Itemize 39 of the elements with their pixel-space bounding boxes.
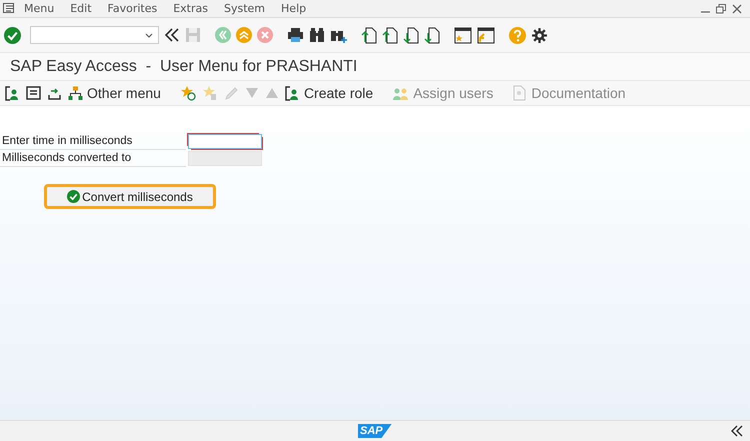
close-icon[interactable]: [732, 4, 742, 14]
print-icon[interactable]: [287, 27, 304, 43]
toolbar-button[interactable]: Create role: [284, 85, 378, 101]
page-down-icon[interactable]: [403, 26, 419, 44]
document-icon[interactable]: [26, 86, 41, 100]
convert-button[interactable]: Convert milliseconds: [44, 184, 216, 209]
menu-item[interactable]: Edit: [70, 2, 92, 15]
double-chevron-icon[interactable]: [730, 425, 744, 437]
menu-item[interactable]: System: [224, 2, 266, 15]
command-field[interactable]: [30, 26, 159, 44]
settings-icon[interactable]: [531, 26, 548, 44]
menu-icon[interactable]: [3, 3, 16, 14]
user-menu-icon[interactable]: [5, 86, 20, 100]
document-icon: [512, 85, 528, 101]
menu-item[interactable]: Menu: [24, 2, 54, 15]
check-icon[interactable]: [4, 26, 21, 44]
page-down-icon[interactable]: [424, 26, 440, 44]
hierarchy-icon: [68, 86, 83, 100]
star-add-icon[interactable]: [180, 85, 196, 101]
menu-item[interactable]: Extras: [173, 2, 208, 15]
users-icon: [392, 86, 410, 100]
toolbar-button[interactable]: Other menu: [68, 85, 166, 101]
sap-logo: SAP: [358, 424, 392, 438]
field-label: Milliseconds converted to: [0, 150, 186, 167]
input-field[interactable]: [188, 134, 262, 149]
tray-arrow-icon[interactable]: [47, 86, 62, 100]
user-icon: [284, 86, 300, 100]
page-up-icon[interactable]: [382, 26, 398, 44]
field-label: Enter time in milliseconds: [0, 133, 186, 150]
check-icon: [67, 190, 80, 203]
double-chevron-icon[interactable]: [164, 28, 180, 42]
menu-item[interactable]: Favorites: [108, 2, 158, 15]
menu-item[interactable]: Help: [281, 2, 306, 15]
dropdown-icon[interactable]: [145, 32, 153, 38]
screen-title: SAP Easy Access - User Menu for PRASHANTI: [10, 58, 358, 76]
star-remove-icon[interactable]: [202, 85, 218, 101]
restore-icon[interactable]: [716, 4, 726, 14]
binoculars-icon[interactable]: [309, 27, 325, 43]
page-up-icon[interactable]: [361, 26, 377, 44]
